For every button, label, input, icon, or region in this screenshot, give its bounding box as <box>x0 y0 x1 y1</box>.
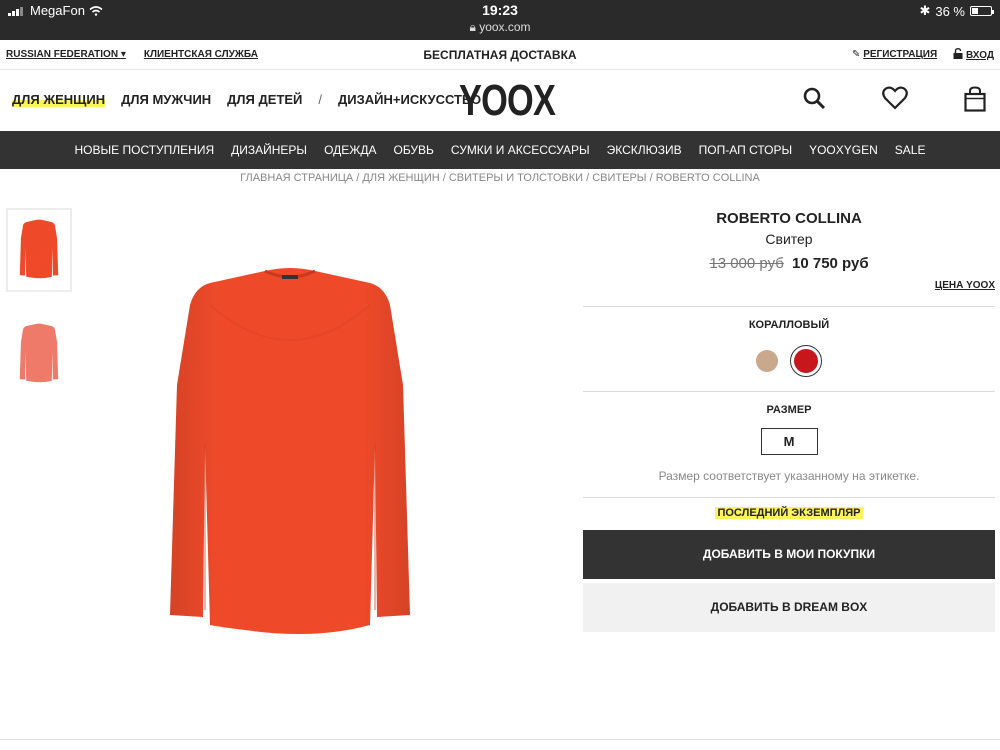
login-link[interactable]: ВХОД <box>953 47 994 61</box>
color-swatch-selected-ring[interactable] <box>790 345 822 377</box>
ios-status-bar: MegaFon 19:23 🔒︎ yoox.com ✱ 36 % <box>0 0 1000 40</box>
department-nav: ДЛЯ ЖЕНЩИН ДЛЯ МУЖЧИН ДЛЯ ДЕТЕЙ / ДИЗАЙН… <box>12 92 481 107</box>
price-block: 13 000 руб 10 750 руб <box>583 255 995 272</box>
bag-icon[interactable] <box>964 86 986 112</box>
battery-icon <box>970 6 994 16</box>
thumbnail-sweater-back-image <box>19 323 59 383</box>
size-option-m[interactable]: M <box>760 428 818 455</box>
product-main-image[interactable] <box>165 265 415 650</box>
divider <box>583 306 995 307</box>
thumbnail-sweater-image <box>19 219 59 279</box>
unlock-icon <box>953 47 963 59</box>
pencil-icon: ✎ <box>852 49 861 60</box>
page-bottom-divider <box>0 739 1000 740</box>
sale-price: 10 750 руб <box>792 255 869 272</box>
add-to-dreambox-button[interactable]: ДОБАВИТЬ В DREAM BOX <box>583 583 995 632</box>
nav-kids[interactable]: ДЛЯ ДЕТЕЙ <box>227 92 302 107</box>
divider <box>583 391 995 392</box>
utility-bar: RUSSIAN FEDERATION ▾ КЛИЕНТСКАЯ СЛУЖБА Б… <box>0 40 1000 70</box>
category-item[interactable]: НОВЫЕ ПОСТУПЛЕНИЯ <box>75 143 215 157</box>
lock-icon: 🔒︎ <box>469 20 476 34</box>
size-label: РАЗМЕР <box>766 404 812 416</box>
color-swatch-beige[interactable] <box>756 350 778 372</box>
breadcrumb[interactable]: ГЛАВНАЯ СТРАНИЦА / ДЛЯ ЖЕНЩИН / СВИТЕРЫ … <box>0 172 1000 184</box>
category-item[interactable]: ОБУВЬ <box>393 143 433 157</box>
category-item[interactable]: СУМКИ И АКСЕССУАРЫ <box>451 143 590 157</box>
address-bar[interactable]: 🔒︎ yoox.com <box>0 20 1000 35</box>
nav-women[interactable]: ДЛЯ ЖЕНЩИН <box>12 92 106 107</box>
old-price: 13 000 руб <box>709 255 784 272</box>
battery-info: ✱ 36 % <box>919 3 994 19</box>
register-link[interactable]: ✎ РЕГИСТРАЦИЯ <box>852 49 937 60</box>
product-thumbnail-2[interactable] <box>6 312 72 396</box>
color-name: КОРАЛЛОВЫЙ <box>748 319 830 331</box>
bluetooth-icon: ✱ <box>919 3 931 18</box>
category-item[interactable]: YOOXYGEN <box>809 143 878 157</box>
category-nav: НОВЫЕ ПОСТУПЛЕНИЯ ДИЗАЙНЕРЫ ОДЕЖДА ОБУВЬ СУМ… <box>0 131 1000 169</box>
category-item[interactable]: ПОП-АП СТОРЫ <box>699 143 792 157</box>
nav-separator: / <box>318 92 323 107</box>
battery-percent: 36 % <box>935 3 965 19</box>
last-item-text: ПОСЛЕДНИЙ ЭКЗЕМПЛЯР <box>715 507 863 519</box>
category-item[interactable]: ОДЕЖДА <box>324 143 376 157</box>
yoox-price-link[interactable]: ЦЕНА YOOX <box>583 280 995 296</box>
site-header: ДЛЯ ЖЕНЩИН ДЛЯ МУЖЧИН ДЛЯ ДЕТЕЙ / ДИЗАЙН… <box>0 70 1000 131</box>
size-fit-note: Размер соответствует указанному на этике… <box>658 469 920 483</box>
color-swatch-red[interactable] <box>794 349 818 373</box>
product-info-panel: ROBERTO COLLINA Свитер 13 000 руб 10 750… <box>583 208 995 632</box>
yoox-logo[interactable]: YOOX <box>459 76 556 126</box>
product-type: Свитер <box>765 231 813 247</box>
category-item[interactable]: ДИЗАЙНЕРЫ <box>231 143 307 157</box>
login-label: ВХОД <box>965 50 994 61</box>
search-icon[interactable] <box>802 86 826 110</box>
product-thumbnail-1[interactable] <box>6 208 72 292</box>
last-item-badge: ПОСЛЕДНИЙ ЭКЗЕМПЛЯР <box>583 507 995 519</box>
category-item[interactable]: ЭКСКЛЮЗИВ <box>607 143 682 157</box>
clock: 19:23 <box>482 2 518 18</box>
category-item[interactable]: SALE <box>895 143 926 157</box>
nav-men[interactable]: ДЛЯ МУЖЧИН <box>121 92 211 107</box>
free-shipping-banner: БЕСПЛАТНАЯ ДОСТАВКА <box>423 48 577 62</box>
add-to-cart-button[interactable]: ДОБАВИТЬ В МОИ ПОКУПКИ <box>583 530 995 579</box>
color-swatches <box>583 345 995 377</box>
heart-icon[interactable] <box>882 86 908 110</box>
url-text: yoox.com <box>479 20 531 34</box>
product-brand[interactable]: ROBERTO COLLINA <box>583 210 995 227</box>
register-label: РЕГИСТРАЦИЯ <box>863 49 938 60</box>
divider <box>583 497 995 498</box>
